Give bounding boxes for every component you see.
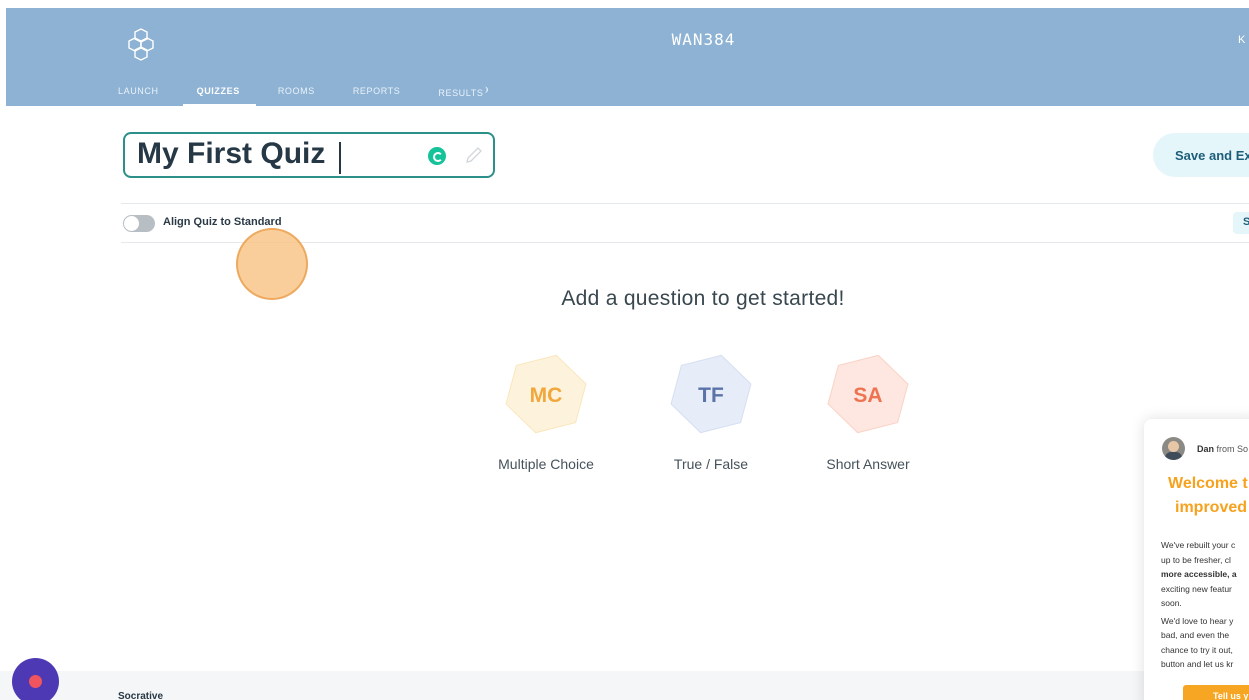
mc-label: Multiple Choice [498,456,594,472]
nav-tab-rooms[interactable]: ROOMS [278,86,315,106]
quiz-title-input[interactable]: My First Quiz [137,137,325,171]
divider [121,203,1249,204]
chat-sender-name: Dan [1197,444,1215,454]
quiz-title-field[interactable]: My First Quiz [123,132,495,178]
chat-sender-suffix: from So [1214,444,1249,454]
chat-sender: Dan from So [1197,444,1248,454]
tf-abbr: TF [698,384,724,407]
chat-title-line: Welcome t [1168,475,1248,492]
page: WAN384 K LAUNCH QUIZZES ROOMS REPORTS RE… [0,0,1249,700]
nav-tab-results-label: RESULTS [438,88,484,98]
footer-brand[interactable]: Socrative [118,691,163,700]
chat-line: more accessible, a [1161,569,1237,579]
mc-hexagon-icon: MC [505,354,587,434]
save-and-exit-button[interactable]: Save and Ex [1153,133,1249,177]
tf-hexagon-icon: TF [670,354,752,434]
chat-welcome-popup[interactable]: Dan from So Welcome t improved We've reb… [1144,419,1249,700]
align-standard-label: Align Quiz to Standard [163,216,282,228]
avatar-face [1168,441,1179,452]
main-nav: LAUNCH QUIZZES ROOMS REPORTS RESULTS❩ [118,86,528,106]
chat-message: We've rebuilt your c up to be fresher, c… [1161,538,1249,675]
avatar-body [1165,452,1182,460]
sa-label: Short Answer [826,456,910,472]
room-name: WAN384 [671,30,736,49]
nav-tab-results[interactable]: RESULTS❩ [438,86,490,106]
header-bar: WAN384 K LAUNCH QUIZZES ROOMS REPORTS RE… [6,8,1249,106]
chat-line: We've rebuilt your c [1161,540,1236,550]
toggle-knob [124,216,139,231]
top-strip [0,0,1249,8]
nav-tab-reports[interactable]: REPORTS [353,86,401,106]
tf-label: True / False [673,456,749,472]
align-standard-toggle[interactable] [123,215,155,232]
pencil-icon[interactable] [463,144,485,166]
tell-us-button[interactable]: Tell us y [1183,685,1249,700]
question-type-true-false[interactable]: TF True / False [641,352,781,472]
grammarly-icon[interactable] [428,147,446,165]
agent-avatar [1162,437,1185,460]
question-type-short-answer[interactable]: SA Short Answer [798,352,938,472]
sa-abbr: SA [853,384,882,407]
chat-line: soon. [1161,598,1182,608]
nav-tab-launch[interactable]: LAUNCH [118,86,159,106]
chat-line: up to be fresher, cl [1161,554,1231,565]
mc-abbr: MC [530,384,563,407]
help-chat-button[interactable] [12,658,59,700]
broadcast-icon: ❩ [483,87,490,94]
chat-paragraph: We've rebuilt your c up to be fresher, c… [1161,538,1249,611]
notification-dot-icon [29,675,42,688]
footer: Socrative [0,671,1249,700]
nav-tab-quizzes[interactable]: QUIZZES [182,86,256,106]
chat-line: We'd love to hear y [1161,615,1234,626]
empty-state-prompt: Add a question to get started! [561,287,845,310]
chat-paragraph: We'd love to hear y bad, and even the ch… [1161,614,1249,672]
text-cursor [339,142,341,174]
chat-line: exciting new featur [1161,583,1232,594]
question-type-multiple-choice[interactable]: MC Multiple Choice [476,352,616,472]
user-menu[interactable]: K [1238,34,1245,46]
chat-title-line: improved [1175,499,1248,516]
standard-button[interactable]: S [1233,212,1249,234]
sa-hexagon-icon: SA [827,354,909,434]
chat-line: button and let us kr [1161,659,1234,669]
chat-title: Welcome t improved [1168,472,1249,520]
chat-line: bad, and even the [1161,630,1230,640]
chat-line: chance to try it out, [1161,644,1233,655]
